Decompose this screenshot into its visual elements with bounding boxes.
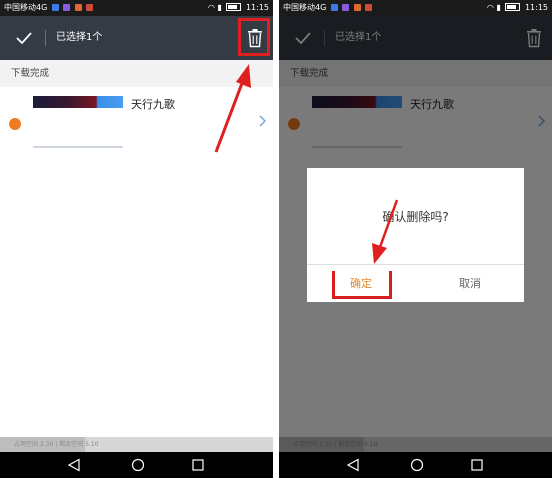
thumbnail-progress	[33, 146, 123, 148]
navigation-bar	[279, 452, 552, 478]
notification-icon	[342, 4, 350, 11]
navigation-bar	[0, 452, 273, 478]
battery-icon	[505, 3, 521, 11]
notification-icon	[51, 4, 59, 11]
clock-time: 11:15	[524, 3, 548, 12]
home-icon[interactable]	[131, 458, 145, 472]
storage-bar: 占用空间 2.30 | 剩余空间 5.10	[0, 437, 273, 452]
cancel-button[interactable]: 取消	[416, 265, 524, 302]
selection-toolbar: 已选择1个	[0, 16, 273, 60]
battery-icon	[226, 3, 242, 11]
storage-used-label: 占用空间	[14, 441, 39, 448]
storage-free-value: 5.10	[85, 441, 99, 448]
carrier-label: 中国移动4G	[4, 3, 48, 12]
back-icon[interactable]	[346, 458, 360, 472]
section-header: 下载完成	[0, 60, 273, 87]
screenshot-confirm-dialog: 中国移动4G ◠ ▮ 11:15 已选择1个 下载完成	[279, 0, 552, 478]
clock-time: 11:15	[245, 3, 269, 12]
status-bar: 中国移动4G ◠ ▮ 11:15	[0, 0, 273, 16]
carrier-label: 中国移动4G	[283, 3, 327, 12]
dialog-message: 确认删除吗?	[382, 210, 449, 224]
home-icon[interactable]	[410, 458, 424, 472]
notification-icon	[353, 4, 361, 11]
back-icon[interactable]	[67, 458, 81, 472]
status-bar: 中国移动4G ◠ ▮ 11:15	[279, 0, 552, 16]
signal-icon: ▮	[496, 3, 501, 12]
storage-free-label: 剩余空间	[59, 441, 84, 448]
chevron-right-icon[interactable]	[258, 114, 267, 128]
video-thumbnail	[33, 96, 123, 108]
recent-apps-icon[interactable]	[192, 459, 204, 471]
notification-icon	[365, 4, 373, 11]
download-list-item[interactable]: 天行九歌	[0, 87, 273, 157]
screenshot-before-delete: 中国移动4G ◠ ▮ 11:15 已选择1个 下载完成 天行九歌 占用空间 2.…	[0, 0, 273, 478]
trash-highlight-box	[238, 18, 270, 56]
selected-count-label: 已选择1个	[56, 32, 103, 43]
selected-check-icon[interactable]	[9, 118, 21, 130]
confirm-highlight-box	[332, 271, 392, 299]
wifi-icon: ◠	[486, 3, 494, 12]
notification-icon	[330, 4, 338, 11]
download-title: 天行九歌	[131, 98, 175, 111]
recent-apps-icon[interactable]	[471, 459, 483, 471]
wifi-icon: ◠	[207, 3, 215, 12]
thumbnail-mask	[28, 108, 128, 147]
check-icon[interactable]	[14, 28, 34, 48]
notification-icon	[86, 4, 94, 11]
notification-icon	[63, 4, 71, 11]
storage-separator: |	[55, 441, 58, 448]
notification-icon	[74, 4, 82, 11]
signal-icon: ▮	[217, 3, 222, 12]
storage-used-value: 2.30	[39, 441, 54, 448]
toolbar-divider	[45, 30, 46, 46]
